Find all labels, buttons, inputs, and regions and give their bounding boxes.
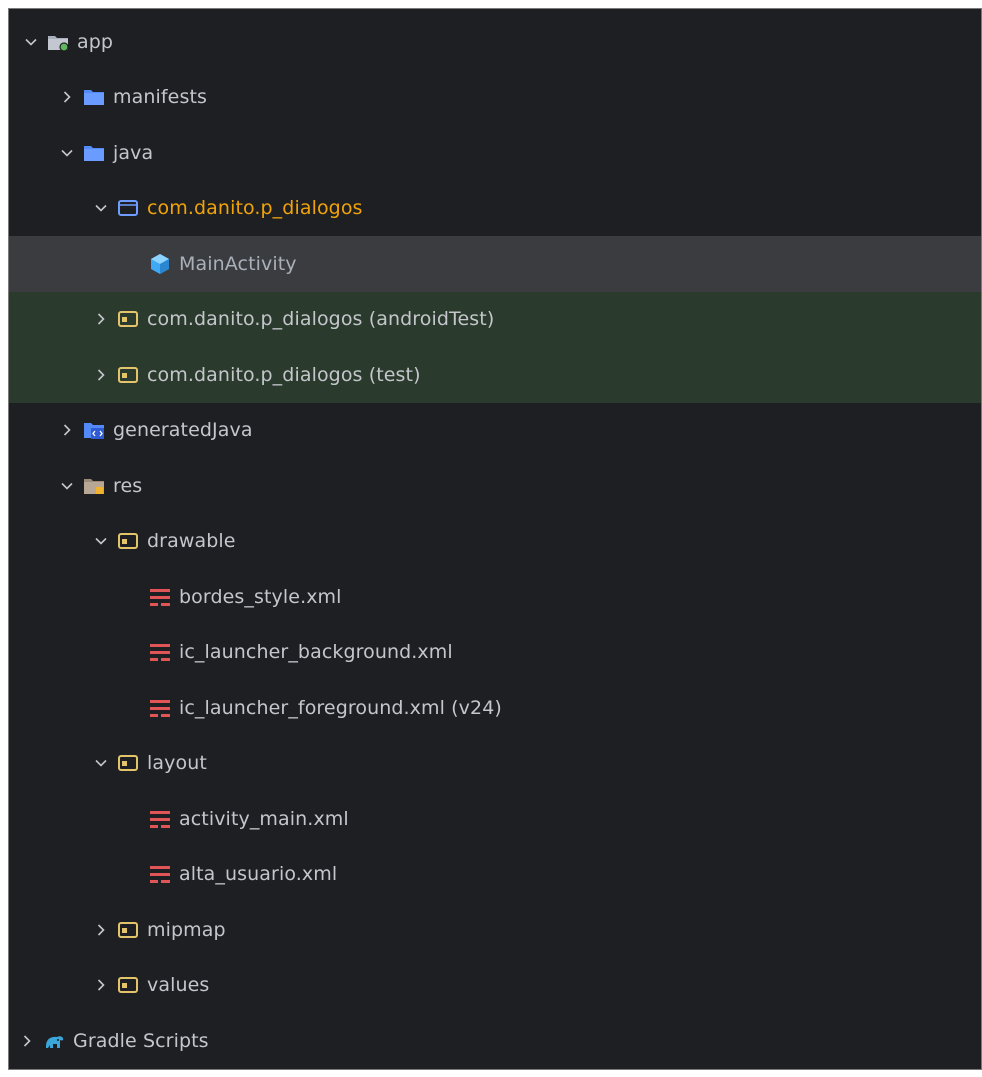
generated-code-folder-icon bbox=[83, 419, 105, 441]
tree-item-label: java bbox=[113, 141, 154, 164]
tree-item-res[interactable]: res bbox=[9, 458, 981, 514]
tree-item-label: res bbox=[113, 474, 143, 497]
chevron-right-icon[interactable] bbox=[91, 920, 111, 940]
resource-folder-icon bbox=[117, 974, 139, 996]
file-name: ic_launcher_foreground.xml bbox=[179, 696, 446, 719]
tree-item-label: bordes_style.xml bbox=[179, 585, 342, 608]
xml-file-icon bbox=[149, 863, 171, 885]
chevron-right-icon[interactable] bbox=[17, 1031, 37, 1051]
tree-item-label: com.danito.p_dialogos (androidTest) bbox=[147, 308, 494, 330]
tree-item-generated-java[interactable]: generatedJava bbox=[9, 403, 981, 459]
chevron-down-icon[interactable] bbox=[91, 198, 111, 218]
package-name: com.danito.p_dialogos bbox=[147, 363, 363, 386]
tree-item-values[interactable]: values bbox=[9, 958, 981, 1014]
tree-item-layout[interactable]: layout bbox=[9, 736, 981, 792]
package-name: com.danito.p_dialogos bbox=[147, 308, 363, 331]
gradle-elephant-icon bbox=[43, 1030, 65, 1052]
qualifier-suffix: (v24) bbox=[451, 696, 502, 719]
resource-folder-icon bbox=[117, 752, 139, 774]
tree-item-drawable[interactable]: drawable bbox=[9, 514, 981, 570]
module-folder-icon bbox=[47, 31, 69, 53]
source-folder-icon bbox=[117, 308, 139, 330]
kotlin-class-icon bbox=[149, 253, 171, 275]
chevron-right-icon[interactable] bbox=[57, 87, 77, 107]
tree-item-app[interactable]: app bbox=[9, 14, 981, 70]
tree-item-gradle-scripts[interactable]: Gradle Scripts bbox=[9, 1013, 981, 1069]
tree-item-label: com.danito.p_dialogos (test) bbox=[147, 364, 421, 386]
xml-file-icon bbox=[149, 586, 171, 608]
source-folder-icon bbox=[117, 364, 139, 386]
tree-item-label: alta_usuario.xml bbox=[179, 863, 338, 886]
tree-item-label: mipmap bbox=[147, 918, 226, 941]
chevron-down-icon[interactable] bbox=[91, 531, 111, 551]
tree-item-main-activity[interactable]: MainActivity bbox=[9, 236, 981, 292]
xml-file-icon bbox=[149, 641, 171, 663]
chevron-right-icon[interactable] bbox=[57, 420, 77, 440]
tree-item-label: manifests bbox=[113, 86, 207, 109]
tree-item-label: values bbox=[147, 974, 210, 997]
project-tree: app manifests java com.danito.p_dialogos… bbox=[9, 14, 981, 1069]
chevron-right-icon[interactable] bbox=[91, 309, 111, 329]
folder-icon bbox=[83, 86, 105, 108]
tree-item-label: com.danito.p_dialogos bbox=[147, 197, 363, 220]
tree-item-label: app bbox=[77, 30, 114, 53]
source-set-suffix: (test) bbox=[368, 363, 421, 386]
xml-file-icon bbox=[149, 697, 171, 719]
tree-item-label: activity_main.xml bbox=[179, 807, 349, 830]
chevron-right-icon[interactable] bbox=[91, 365, 111, 385]
chevron-down-icon[interactable] bbox=[91, 753, 111, 773]
tree-item-label: Gradle Scripts bbox=[73, 1029, 209, 1052]
chevron-down-icon[interactable] bbox=[57, 143, 77, 163]
xml-file-icon bbox=[149, 808, 171, 830]
tree-item-bordes-style-xml[interactable]: bordes_style.xml bbox=[9, 569, 981, 625]
tree-item-test-package[interactable]: com.danito.p_dialogos (test) bbox=[9, 347, 981, 403]
tree-item-java[interactable]: java bbox=[9, 125, 981, 181]
tree-item-ic-launcher-background-xml[interactable]: ic_launcher_background.xml bbox=[9, 625, 981, 681]
chevron-down-icon[interactable] bbox=[21, 32, 41, 52]
tree-item-label: ic_launcher_foreground.xml (v24) bbox=[179, 697, 502, 719]
tree-item-android-test-package[interactable]: com.danito.p_dialogos (androidTest) bbox=[9, 291, 981, 347]
tree-item-label: drawable bbox=[147, 530, 236, 553]
folder-icon bbox=[83, 142, 105, 164]
chevron-right-icon[interactable] bbox=[91, 975, 111, 995]
project-tool-window: app manifests java com.danito.p_dialogos… bbox=[8, 8, 982, 1070]
tree-item-mipmap[interactable]: mipmap bbox=[9, 902, 981, 958]
chevron-down-icon[interactable] bbox=[57, 476, 77, 496]
tree-item-label: MainActivity bbox=[179, 252, 297, 275]
tree-item-label: ic_launcher_background.xml bbox=[179, 641, 453, 664]
tree-item-manifests[interactable]: manifests bbox=[9, 70, 981, 126]
tree-item-ic-launcher-foreground-xml[interactable]: ic_launcher_foreground.xml (v24) bbox=[9, 680, 981, 736]
package-icon bbox=[117, 197, 139, 219]
tree-item-activity-main-xml[interactable]: activity_main.xml bbox=[9, 791, 981, 847]
resource-folder-icon bbox=[117, 919, 139, 941]
tree-item-main-package[interactable]: com.danito.p_dialogos bbox=[9, 181, 981, 237]
source-set-suffix: (androidTest) bbox=[368, 308, 495, 331]
tree-item-label: generatedJava bbox=[113, 419, 253, 442]
tree-item-label: layout bbox=[147, 752, 207, 775]
tree-item-alta-usuario-xml[interactable]: alta_usuario.xml bbox=[9, 847, 981, 903]
resource-folder-icon bbox=[117, 530, 139, 552]
resources-folder-icon bbox=[83, 475, 105, 497]
